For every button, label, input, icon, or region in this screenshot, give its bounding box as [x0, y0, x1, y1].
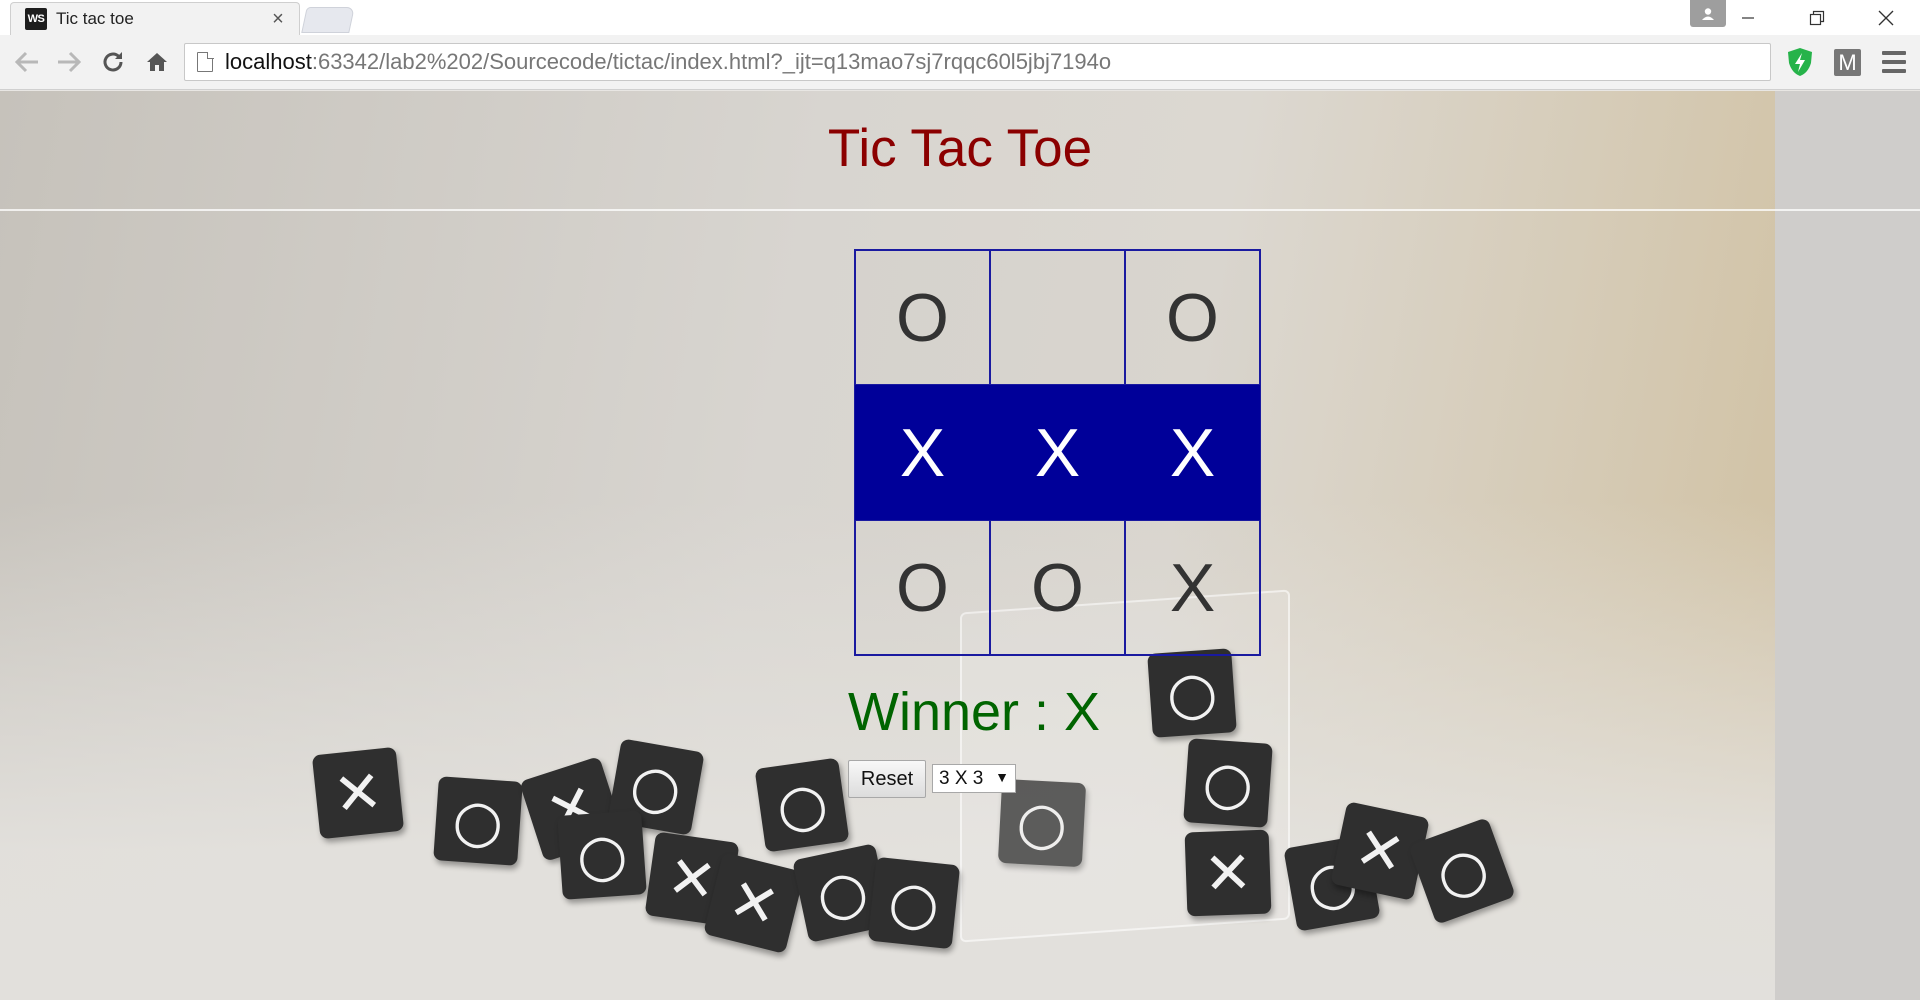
reload-icon[interactable] — [98, 47, 128, 77]
menu-icon[interactable] — [1882, 51, 1906, 73]
back-icon[interactable] — [12, 47, 42, 77]
background-die: ✕ — [311, 746, 405, 840]
page-viewport: ✕ ○ ✕ ○ ○ ✕ ○ ✕ ○ ○ ○ ○ ○ ✕ ○ ✕ ○ Tic Ta… — [0, 91, 1920, 1000]
new-tab-button[interactable] — [301, 7, 355, 33]
dropdown-arrow-icon: ▼ — [995, 769, 1009, 785]
address-bar[interactable]: localhost:63342/lab2%202/Sourcecode/tict… — [184, 43, 1771, 81]
shield-icon[interactable] — [1786, 47, 1814, 77]
close-icon[interactable] — [1851, 0, 1920, 35]
board-cell[interactable]: O — [855, 520, 990, 655]
page-title: Tic Tac Toe — [827, 119, 1093, 178]
background-die: ○ — [433, 776, 523, 866]
background-die: ○ — [867, 856, 961, 950]
board-cell[interactable]: X — [1125, 385, 1260, 520]
background-die: ○ — [1183, 738, 1273, 828]
restore-icon[interactable] — [1782, 0, 1851, 35]
tab-title: Tic tac toe — [56, 9, 134, 28]
winner-message: Winner : X — [848, 682, 1101, 742]
background-die: ○ — [1147, 648, 1237, 738]
forward-icon[interactable] — [54, 47, 84, 77]
viewport-right-margin — [1775, 91, 1920, 1000]
browser-tabbar: WS Tic tac toe × — [0, 0, 1920, 35]
board-cell[interactable]: O — [855, 250, 990, 385]
grid-size-value: 3 X 3 — [939, 767, 984, 789]
background-die: ○ — [754, 757, 850, 853]
title-divider — [0, 209, 1920, 211]
background-die: ✕ — [1184, 829, 1272, 917]
webstorm-favicon-icon: WS — [25, 8, 47, 30]
page-icon — [197, 51, 214, 72]
window-controls — [1713, 0, 1920, 35]
home-icon[interactable] — [142, 47, 172, 77]
grid-size-select[interactable]: 3 X 3 ▼ — [932, 764, 1016, 793]
background-die: ✕ — [703, 852, 805, 954]
board-cell[interactable]: X — [990, 385, 1125, 520]
board-cell[interactable]: O — [1125, 250, 1260, 385]
board-cell[interactable]: X — [1125, 520, 1260, 655]
extension-m-icon[interactable]: M — [1834, 49, 1861, 76]
browser-tab[interactable]: WS Tic tac toe × — [10, 2, 300, 35]
board-cell[interactable]: O — [990, 520, 1125, 655]
board-cell[interactable] — [990, 250, 1125, 385]
minimize-icon[interactable] — [1713, 0, 1782, 35]
url-text: localhost:63342/lab2%202/Sourcecode/tict… — [225, 49, 1112, 74]
background-die: ○ — [557, 810, 647, 900]
reset-button[interactable]: Reset — [848, 760, 926, 798]
tab-close-icon[interactable]: × — [267, 8, 289, 31]
browser-toolbar: localhost:63342/lab2%202/Sourcecode/tict… — [0, 35, 1920, 90]
board-cell[interactable]: X — [855, 385, 990, 520]
game-board: O O X X X O O X — [854, 249, 1261, 656]
